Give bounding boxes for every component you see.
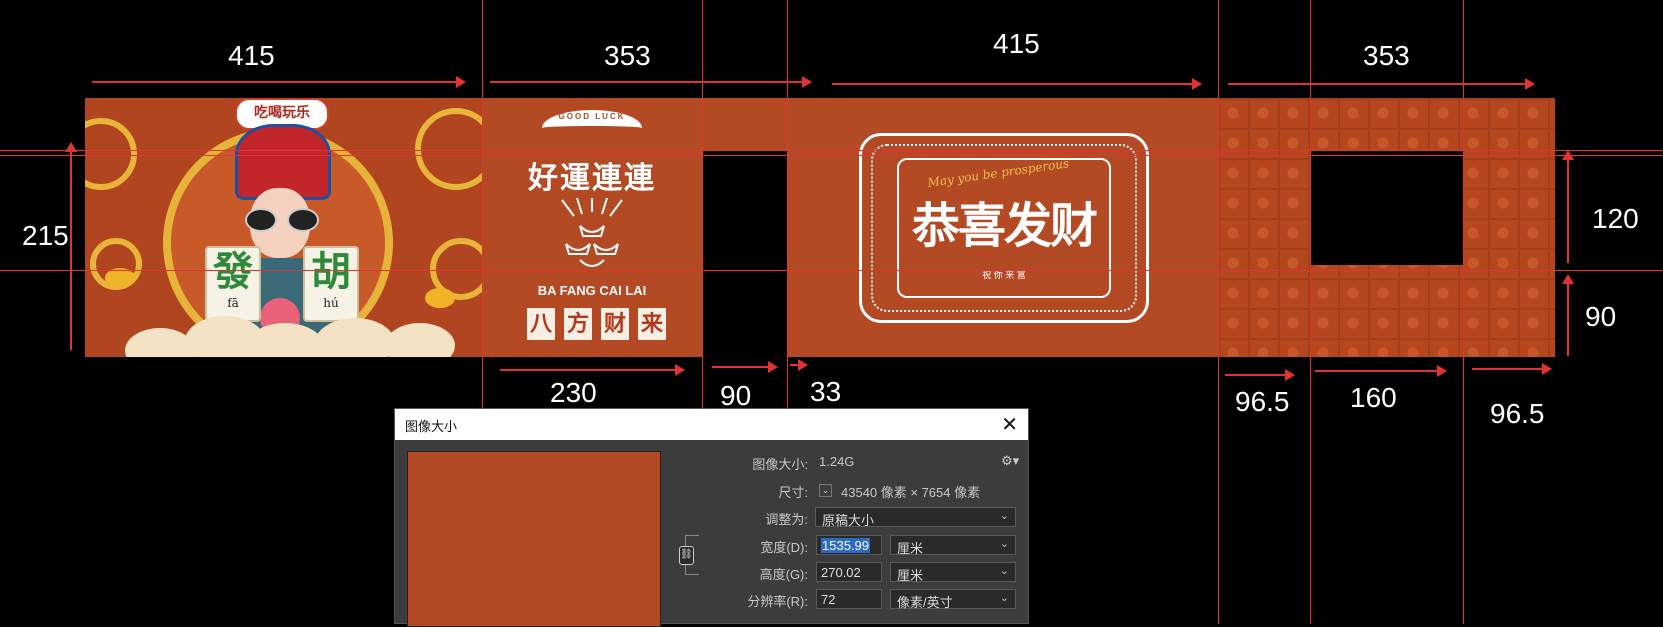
dimension-label: 415 bbox=[993, 28, 1040, 59]
width-input[interactable]: 1535.99 bbox=[816, 535, 882, 555]
dimension-arrow bbox=[832, 78, 1202, 90]
image-preview[interactable] bbox=[407, 451, 661, 627]
char-box: 来 bbox=[638, 308, 666, 340]
dimension-arrow bbox=[1225, 369, 1295, 381]
dimension-label: 215 bbox=[22, 220, 69, 251]
dimension-label: 160 bbox=[1350, 382, 1397, 413]
tile-pinyin: fā bbox=[227, 296, 239, 310]
cloud bbox=[385, 323, 455, 357]
dimension-arrow bbox=[65, 142, 77, 350]
height-input[interactable]: 270.02 bbox=[816, 562, 882, 582]
guide-line bbox=[0, 270, 1663, 271]
resolution-input[interactable]: 72 bbox=[816, 589, 882, 609]
dialog-titlebar[interactable]: 图像大小 ✕ bbox=[395, 409, 1028, 440]
chevron-down-icon: ⌄ bbox=[999, 538, 1009, 550]
image-size-label: 图像大小: bbox=[752, 457, 808, 472]
good-luck-subtitle: BA FANG CAI LAI bbox=[537, 283, 647, 298]
resolution-unit: 像素/英寸 bbox=[897, 595, 953, 610]
tile-pinyin: hú bbox=[323, 296, 339, 310]
chevron-down-icon: ⌄ bbox=[999, 592, 1009, 604]
gold-ingot bbox=[105, 268, 135, 288]
cutout-hole bbox=[702, 150, 787, 357]
chevron-down-icon[interactable]: ⌄ bbox=[819, 484, 832, 497]
sunglasses-left bbox=[245, 208, 277, 232]
height-unit: 厘米 bbox=[897, 568, 924, 583]
guide-line bbox=[0, 150, 1663, 151]
congrats-panel: May you be prosperous 恭喜发财 祝 你 来 富 bbox=[787, 98, 1218, 357]
dimensions-label: 尺寸: bbox=[778, 485, 808, 500]
height-label: 高度(G): bbox=[759, 567, 808, 582]
dimension-arrow bbox=[500, 364, 685, 376]
dimension-arrow bbox=[1315, 365, 1447, 377]
dimension-arrow bbox=[1562, 274, 1574, 356]
connector-strip bbox=[702, 98, 787, 150]
dimension-arrow bbox=[790, 359, 808, 371]
fit-to-value: 原稿大小 bbox=[822, 513, 875, 528]
tile-char: 發 bbox=[213, 248, 253, 295]
dimension-arrow bbox=[712, 361, 778, 373]
dimension-label: 120 bbox=[1592, 203, 1639, 234]
dimension-arrow bbox=[1228, 78, 1535, 90]
mahjong-tile-fa: 發 fā bbox=[205, 246, 261, 322]
width-label: 宽度(D): bbox=[760, 540, 808, 555]
dimension-label: 96.5 bbox=[1235, 386, 1290, 417]
dimension-label: 230 bbox=[550, 377, 597, 408]
cloud-swirl bbox=[85, 118, 137, 190]
image-size-dialog: 图像大小 ✕ 图像大小: 1.24G ⚙▾ 尺寸: ⌄ 43540 像素 × 7… bbox=[394, 408, 1029, 627]
char-box: 财 bbox=[601, 308, 629, 340]
dimension-arrow bbox=[1472, 363, 1552, 375]
arch-text: GOOD LUCK bbox=[558, 112, 626, 121]
image-size-value: 1.24G bbox=[819, 454, 855, 469]
resolution-value: 72 bbox=[821, 592, 836, 607]
gear-icon[interactable]: ⚙▾ bbox=[1001, 453, 1019, 469]
cloud bbox=[125, 328, 195, 357]
dimensions-value: 43540 像素 × 7654 像素 bbox=[841, 485, 981, 500]
dimension-arrow bbox=[490, 76, 812, 88]
dimension-label: 33 bbox=[810, 376, 842, 407]
dimension-label: 415 bbox=[228, 40, 275, 71]
char-boxes: 八方财来 bbox=[527, 308, 677, 340]
width-unit-select[interactable]: 厘米 ⌄ bbox=[890, 535, 1016, 556]
tile-char: 胡 bbox=[311, 248, 351, 295]
sunglasses-right bbox=[287, 208, 319, 232]
chevron-down-icon: ⌄ bbox=[999, 565, 1009, 577]
dimension-label: 353 bbox=[604, 40, 651, 71]
guide-line bbox=[1310, 0, 1311, 624]
window-cutout bbox=[1310, 150, 1463, 265]
width-unit: 厘米 bbox=[897, 541, 924, 556]
dimension-label: 96.5 bbox=[1490, 398, 1545, 429]
good-luck-title: 好運連連 bbox=[528, 161, 656, 196]
close-icon[interactable]: ✕ bbox=[1001, 412, 1018, 437]
cloud bbox=[315, 318, 395, 357]
height-value: 270.02 bbox=[821, 565, 861, 580]
dimension-label: 353 bbox=[1363, 40, 1410, 71]
height-unit-select[interactable]: 厘米 ⌄ bbox=[890, 562, 1016, 583]
width-value: 1535.99 bbox=[821, 538, 870, 553]
guide-line bbox=[1218, 0, 1219, 624]
char-box: 八 bbox=[527, 308, 555, 340]
guide-line bbox=[1463, 0, 1464, 624]
guide-line bbox=[0, 155, 1663, 156]
dimension-arrow bbox=[92, 76, 466, 88]
chevron-down-icon: ⌄ bbox=[999, 510, 1009, 522]
fit-to-select[interactable]: 原稿大小 ⌄ bbox=[815, 507, 1016, 528]
good-luck-panel: GOOD LUCK 好運連連 BA FANG CAI LAI 八方财来 bbox=[482, 98, 702, 357]
resolution-unit-select[interactable]: 像素/英寸 ⌄ bbox=[890, 589, 1016, 610]
fit-to-label: 调整为: bbox=[765, 512, 808, 527]
character-artwork-panel: 吃喝玩乐 發 fā 胡 hú bbox=[85, 98, 482, 357]
resolution-label: 分辨率(R): bbox=[747, 594, 808, 609]
gold-ingots-icon bbox=[561, 198, 623, 267]
congrats-title: 恭喜发财 bbox=[911, 198, 1098, 254]
dimension-arrow bbox=[1562, 150, 1574, 263]
char-box: 方 bbox=[564, 308, 592, 340]
cloud-swirl bbox=[415, 108, 482, 190]
mahjong-tile-hu: 胡 hú bbox=[303, 246, 359, 322]
pattern-panel bbox=[1218, 98, 1555, 357]
dialog-title: 图像大小 bbox=[405, 419, 458, 434]
dimension-label: 90 bbox=[1585, 301, 1617, 332]
gold-ingot bbox=[425, 288, 455, 308]
